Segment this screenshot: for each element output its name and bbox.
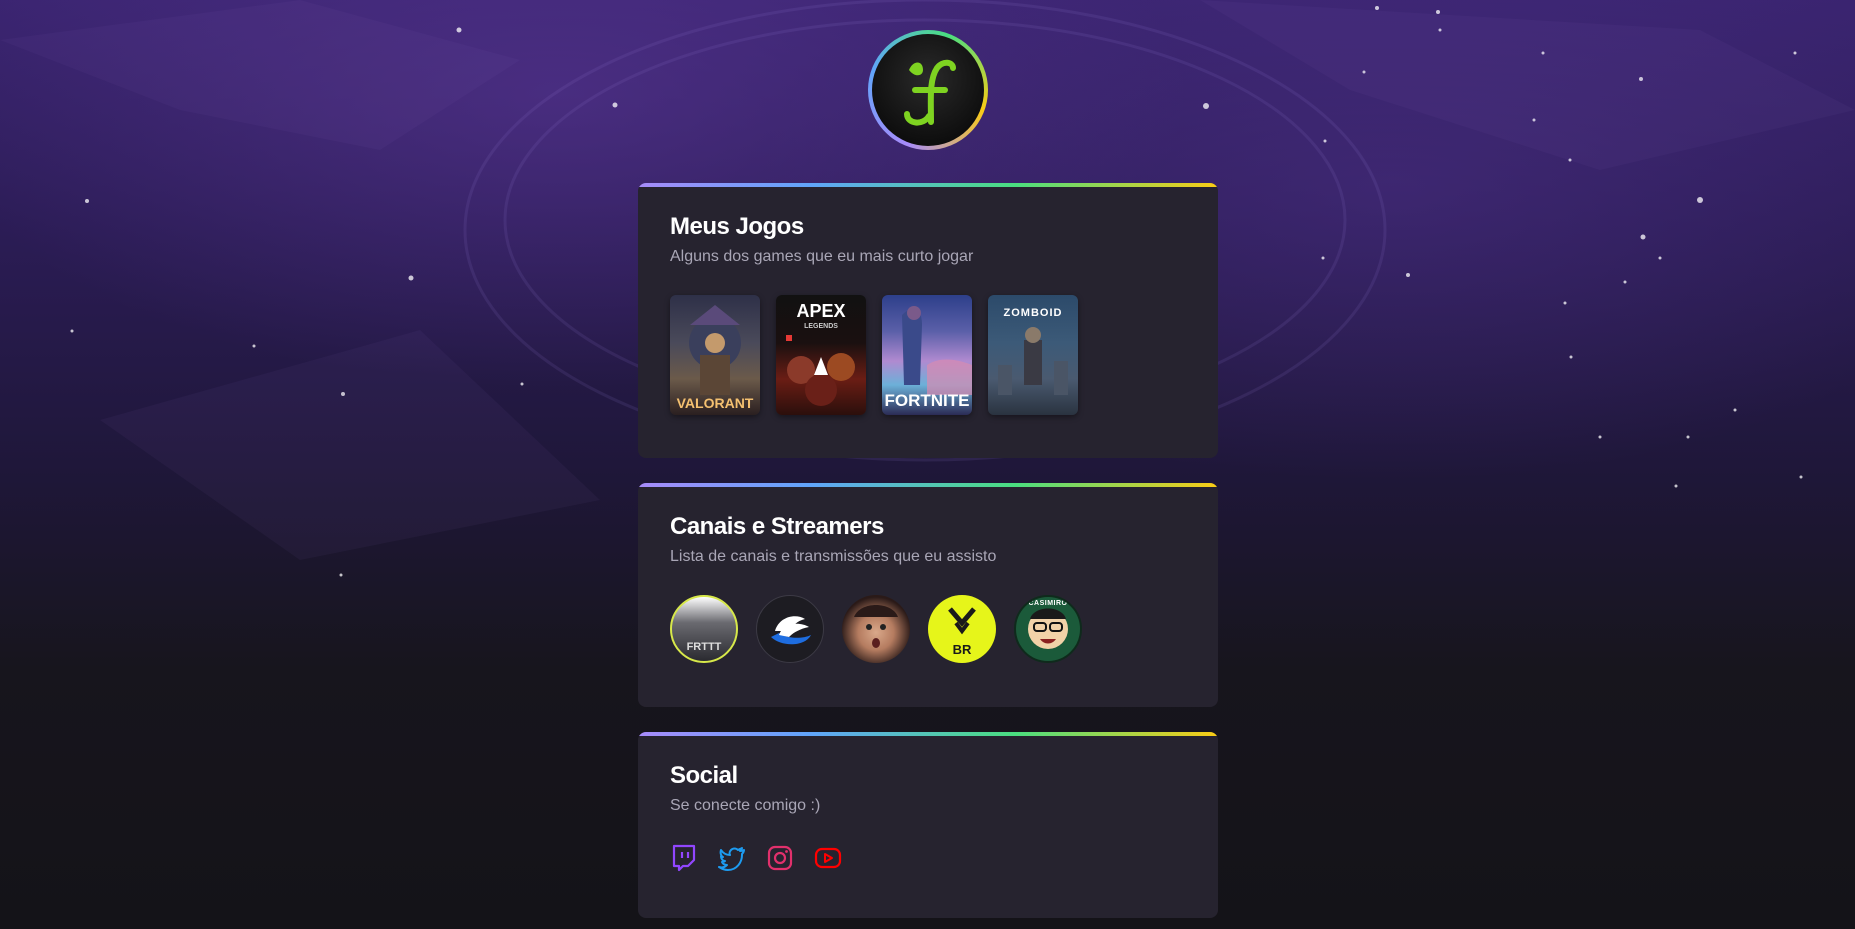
face-icon [854, 605, 898, 648]
streamers-card: Canais e Streamers Lista de canais e tra… [638, 483, 1218, 707]
game-apex-legends[interactable]: APEX LEGENDS [776, 295, 866, 415]
twitter-link[interactable] [718, 844, 746, 872]
games-list: VALORANT APEX LEGENDS FORTNITE ZOMBOID [670, 295, 1186, 415]
wing-icon [771, 616, 811, 645]
youtube-link[interactable] [814, 844, 842, 872]
streamers-title: Canais e Streamers [670, 513, 884, 540]
streamer-frttt[interactable]: FRTTT [670, 595, 738, 663]
profile-avatar [868, 30, 988, 150]
games-card: Meus Jogos Alguns dos games que eu mais … [638, 183, 1218, 458]
vct-logo-icon [948, 607, 976, 635]
game-fortnite[interactable]: FORTNITE [882, 295, 972, 415]
game-project-zomboid[interactable]: ZOMBOID [988, 295, 1078, 415]
social-card: Social Se conecte comigo :) [638, 732, 1218, 918]
streamer-text: FRTTT [686, 641, 722, 653]
social-subtitle: Se conecte comigo :) [670, 797, 821, 814]
streamers-list: FRTTT BR CASIMIRO [670, 595, 1186, 663]
streamer-face[interactable] [842, 595, 910, 663]
games-title: Meus Jogos [670, 213, 804, 240]
streamer-text: CASIMIRO [1028, 600, 1068, 607]
streamers-subtitle: Lista de canais e transmissões que eu as… [670, 548, 997, 565]
streamer-wing[interactable] [756, 595, 824, 663]
social-links [670, 844, 1186, 872]
game-title: VALORANT [676, 395, 754, 411]
game-title: FORTNITE [884, 391, 970, 410]
games-subtitle: Alguns dos games que eu mais curto jogar [670, 248, 974, 265]
zomboid-art-icon [998, 327, 1068, 395]
game-valorant[interactable]: VALORANT [670, 295, 760, 415]
twitch-icon [672, 844, 696, 872]
streamer-text: BR [952, 642, 972, 657]
sprout-logo-icon [904, 59, 956, 126]
profile-logo [872, 34, 984, 146]
social-title: Social [670, 762, 738, 789]
streamer-vct-br[interactable]: BR [928, 595, 996, 663]
streamer-casimiro[interactable]: CASIMIRO [1014, 595, 1082, 663]
instagram-link[interactable] [766, 844, 794, 872]
youtube-icon [814, 847, 842, 869]
twitch-link[interactable] [670, 844, 698, 872]
instagram-icon [767, 845, 793, 871]
twitter-icon [718, 847, 745, 871]
apex-art-icon [786, 335, 855, 406]
